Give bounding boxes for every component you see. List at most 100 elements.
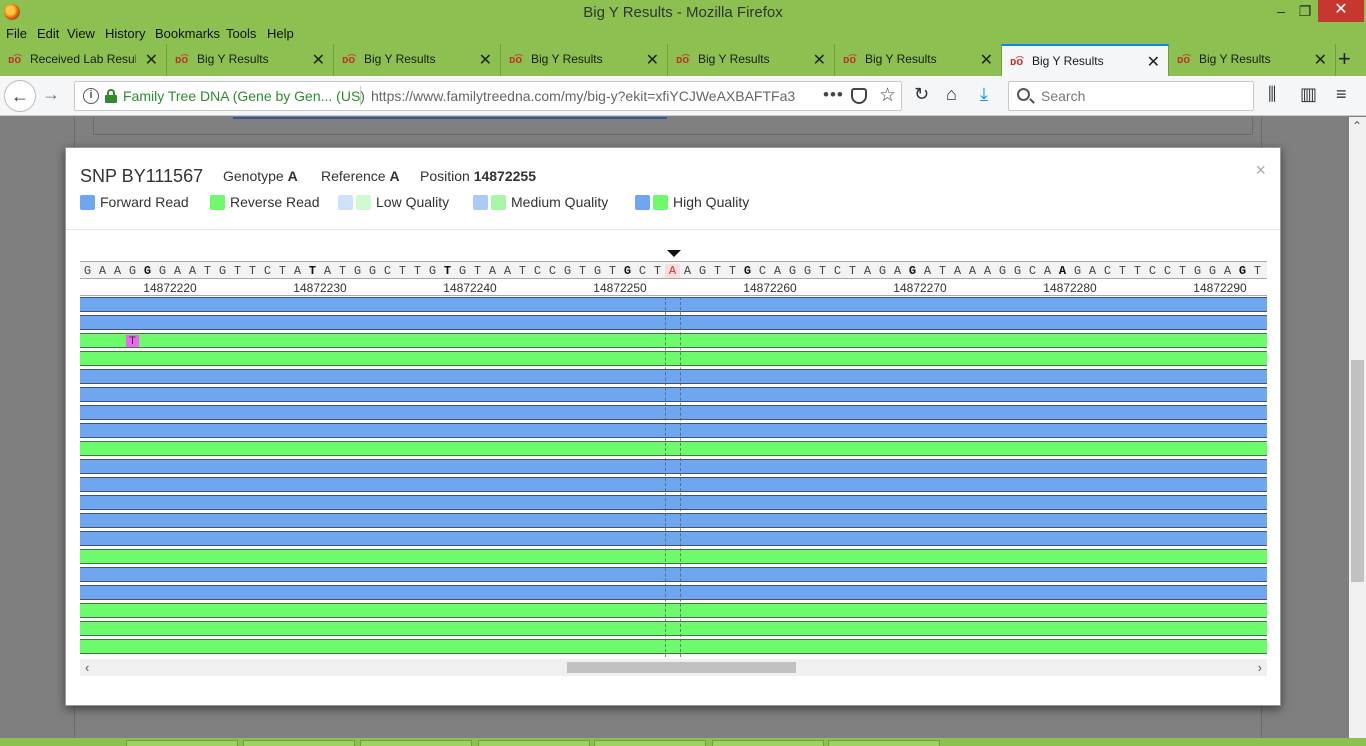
hamburger-menu-icon[interactable]: ≡ — [1336, 84, 1347, 105]
tab-label: Big Y Results — [865, 52, 937, 66]
close-window-button[interactable]: ✕ — [1318, 0, 1364, 22]
forward-arrow-icon[interactable]: → — [42, 84, 60, 105]
url-bar[interactable]: i Family Tree DNA (Gene by Gen... (US) h… — [74, 81, 902, 111]
reverse-read[interactable] — [80, 639, 1267, 654]
forward-read[interactable] — [80, 369, 1267, 384]
horizontal-scroll-thumb[interactable] — [567, 662, 796, 673]
read-alignment-viewer[interactable]: GAAGGGAATGTTCTATATGGCTTGTGTAATCCGTGTGCTA… — [80, 261, 1267, 676]
sidebar-icon[interactable]: ▥ — [1300, 84, 1317, 105]
taskbar-button[interactable] — [594, 740, 706, 746]
reference-base: C — [833, 264, 842, 278]
tab-big-y-results[interactable]: ᴅ͡ᴏ Big Y Results ✕ — [1169, 44, 1336, 76]
modal-close-button[interactable]: × — [1255, 160, 1266, 181]
bookmark-star-icon[interactable]: ☆ — [879, 84, 896, 107]
forward-read[interactable] — [80, 513, 1267, 528]
library-icon[interactable]: ⫼ — [1268, 84, 1276, 105]
taskbar-button[interactable] — [360, 740, 472, 746]
reverse-read[interactable] — [80, 603, 1267, 618]
new-tab-plus-icon[interactable]: + — [1338, 46, 1351, 72]
tab-received-lab-results[interactable]: ᴅ͡ᴏ Received Lab Results ✕ — [0, 44, 167, 76]
menu-edit[interactable]: Edit — [37, 26, 59, 41]
site-identity[interactable]: Family Tree DNA (Gene by Gen... (US) — [123, 88, 365, 104]
modal-header: SNP BY111567 Genotype A Reference A Posi… — [66, 148, 1280, 230]
forward-read[interactable] — [80, 567, 1267, 582]
taskbar-button[interactable] — [243, 740, 355, 746]
position-tick-label: 14872230 — [293, 281, 347, 295]
tab-big-y-results-active[interactable]: ᴅ͡ᴏ Big Y Results ✕ — [1002, 44, 1169, 76]
reference-base: T — [413, 264, 422, 278]
taskbar-button[interactable] — [712, 740, 824, 746]
forward-read[interactable] — [80, 459, 1267, 474]
home-icon[interactable]: ⌂ — [946, 84, 957, 105]
forward-read[interactable] — [80, 585, 1267, 600]
reference-base: T — [398, 264, 407, 278]
tab-label: Received Lab Results — [30, 52, 136, 66]
tab-big-y-results[interactable]: ᴅ͡ᴏ Big Y Results ✕ — [167, 44, 334, 76]
scroll-up-arrow-icon[interactable]: ⌃ — [1352, 119, 1362, 133]
tab-close-icon[interactable]: ✕ — [813, 50, 826, 70]
reference-base: C — [383, 264, 392, 278]
reference-base: A — [968, 264, 977, 278]
ftdna-favicon-icon: ᴅ͡ᴏ — [676, 54, 690, 66]
tab-close-icon[interactable]: ✕ — [312, 50, 325, 70]
forward-read[interactable] — [80, 315, 1267, 330]
tab-close-icon[interactable]: ✕ — [145, 50, 158, 70]
reload-icon[interactable]: ↻ — [914, 84, 929, 105]
taskbar-button[interactable] — [828, 740, 940, 746]
download-icon[interactable]: ⤓ — [980, 84, 988, 105]
reverse-read[interactable] — [80, 441, 1267, 456]
maximize-button[interactable]: ❐ — [1290, 0, 1320, 22]
tab-close-icon[interactable]: ✕ — [980, 50, 993, 70]
window-title: Big Y Results - Mozilla Firefox — [583, 4, 783, 21]
menu-view[interactable]: View — [67, 26, 95, 41]
reference-base: G — [368, 264, 377, 278]
search-bar[interactable]: Search — [1008, 81, 1254, 111]
page-actions-more-icon[interactable]: ••• — [823, 85, 844, 105]
forward-read[interactable] — [80, 477, 1267, 492]
forward-read[interactable] — [80, 297, 1267, 312]
taskbar-button[interactable] — [478, 740, 590, 746]
reference-base: G — [593, 264, 602, 278]
forward-read[interactable] — [80, 405, 1267, 420]
tab-big-y-results[interactable]: ᴅ͡ᴏ Big Y Results ✕ — [334, 44, 501, 76]
url-text[interactable]: https://www.familytreedna.com/my/big-y?e… — [371, 88, 811, 104]
menu-tools[interactable]: Tools — [226, 26, 256, 41]
tab-big-y-results[interactable]: ᴅ͡ᴏ Big Y Results ✕ — [668, 44, 835, 76]
reverse-read[interactable] — [80, 549, 1267, 564]
tab-close-icon[interactable]: ✕ — [1147, 52, 1160, 72]
reference-base: T — [203, 264, 212, 278]
reference-base: T — [1118, 264, 1127, 278]
vertical-scroll-thumb[interactable] — [1351, 360, 1364, 582]
reference-base: G — [788, 264, 797, 278]
back-arrow-icon[interactable]: ← — [4, 80, 36, 112]
reference-base: T — [443, 264, 452, 278]
reference-base: T — [1178, 264, 1187, 278]
forward-read[interactable] — [80, 531, 1267, 546]
taskbar-button[interactable] — [126, 740, 238, 746]
reverse-read[interactable] — [80, 351, 1267, 366]
scroll-right-arrow-icon[interactable]: › — [1258, 660, 1262, 675]
genotype-field: Genotype A — [223, 168, 298, 184]
reverse-read[interactable] — [80, 621, 1267, 636]
scroll-left-arrow-icon[interactable]: ‹ — [85, 660, 89, 675]
reference-base: T — [653, 264, 662, 278]
forward-read[interactable] — [80, 495, 1267, 510]
menu-help[interactable]: Help — [267, 26, 294, 41]
reference-base: G — [428, 264, 437, 278]
menu-file[interactable]: File — [6, 26, 27, 41]
menu-history[interactable]: History — [105, 26, 145, 41]
reverse-read[interactable]: T — [80, 333, 1267, 348]
forward-read[interactable] — [80, 423, 1267, 438]
tab-close-icon[interactable]: ✕ — [1314, 50, 1327, 70]
menu-bookmarks[interactable]: Bookmarks — [155, 26, 220, 41]
tab-close-icon[interactable]: ✕ — [646, 50, 659, 70]
tab-big-y-results[interactable]: ᴅ͡ᴏ Big Y Results ✕ — [835, 44, 1002, 76]
pocket-icon[interactable] — [851, 88, 867, 104]
info-icon[interactable]: i — [83, 88, 99, 104]
tab-close-icon[interactable]: ✕ — [479, 50, 492, 70]
forward-read[interactable] — [80, 387, 1267, 402]
vertical-scrollbar[interactable]: ⌃ — [1349, 117, 1366, 746]
horizontal-scrollbar[interactable]: ‹ › — [80, 659, 1267, 676]
lock-icon[interactable] — [105, 89, 117, 103]
tab-big-y-results[interactable]: ᴅ͡ᴏ Big Y Results ✕ — [501, 44, 668, 76]
